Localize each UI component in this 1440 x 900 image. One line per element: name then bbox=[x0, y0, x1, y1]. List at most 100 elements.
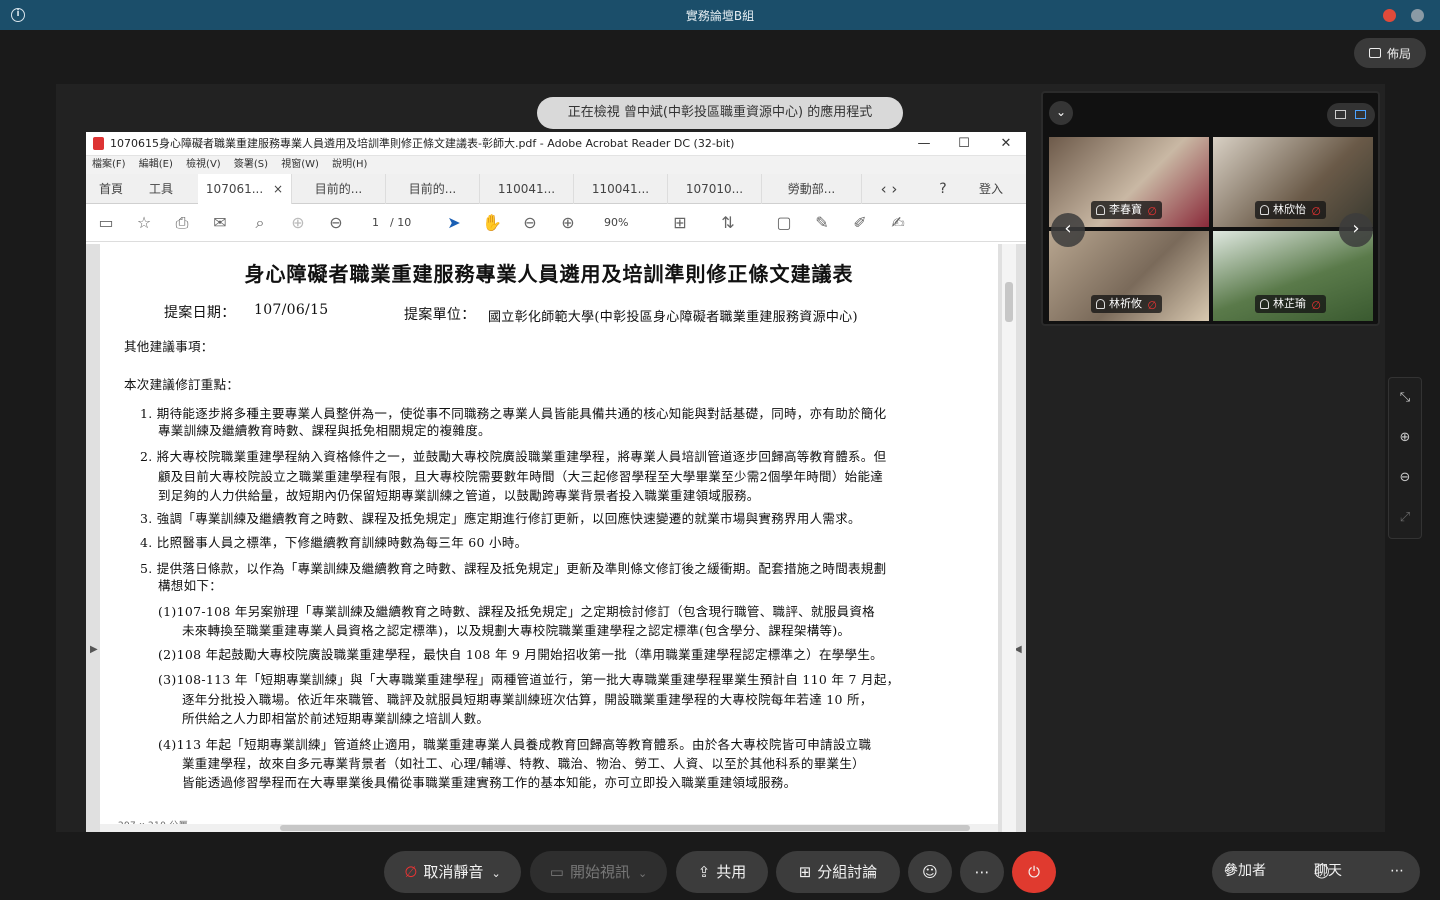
tab-home[interactable]: 首頁 bbox=[86, 174, 136, 204]
print-icon[interactable]: ⎙ bbox=[172, 213, 192, 233]
acrobat-title: 1070615身心障礙者職業重建服務專業人員遴用及培訓準則修正條文建議表-彰師大… bbox=[110, 137, 735, 150]
chevron-down-icon[interactable]: ⌄ bbox=[491, 867, 500, 880]
layout-button[interactable]: 佈局 bbox=[1354, 38, 1426, 68]
window-title: 實務論壇B組 bbox=[685, 9, 755, 23]
prev-page-icon[interactable]: ‹ bbox=[1051, 213, 1085, 247]
leave-button[interactable]: ⏻ bbox=[1012, 851, 1056, 893]
record-icon[interactable] bbox=[1383, 9, 1396, 22]
fullscreen-icon[interactable]: ⤢ bbox=[1389, 498, 1421, 538]
mic-icon bbox=[1096, 299, 1105, 309]
tab-doc-2[interactable]: 目前的... bbox=[292, 174, 386, 204]
scroll-mode-icon[interactable]: ⇅ bbox=[718, 213, 738, 233]
zoom-out-icon[interactable]: ⊖ bbox=[1389, 458, 1421, 498]
collapse-panel-button[interactable]: ⌄ bbox=[1049, 101, 1073, 125]
document-title: 身心障礙者職業重建服務專業人員遴用及培訓準則修正條文建議表 bbox=[244, 262, 854, 286]
tab-doc-3[interactable]: 目前的... bbox=[386, 174, 480, 204]
mic-icon bbox=[1260, 205, 1269, 215]
menu-window[interactable]: 視窗(W) bbox=[281, 159, 319, 170]
viewing-banner[interactable]: 正在檢視 曾中斌(中彰投區職重資源中心) 的應用程式 bbox=[537, 97, 903, 129]
sub-1b: 未來轉換至職業重建專業人員資格之認定標準)，以及規劃大專校院職業重建學程之認定標… bbox=[182, 623, 851, 638]
fit-page-icon[interactable]: ⊞ bbox=[670, 213, 690, 233]
view-toggle[interactable] bbox=[1327, 103, 1375, 127]
fit-icon[interactable]: ⤡ bbox=[1389, 378, 1421, 418]
menu-view[interactable]: 檢視(V) bbox=[186, 159, 221, 170]
tab-scroll-arrows[interactable]: ‹ › bbox=[866, 174, 912, 204]
chat-label: 聊天 bbox=[1314, 863, 1342, 879]
para-5a: 5. 提供落日條款，以作為「專業訓練及繼續教育之時數、課程及抵免規定」更新及準則… bbox=[140, 561, 887, 576]
select-cursor-icon[interactable]: ➤ bbox=[444, 213, 464, 233]
more-button[interactable]: ⋯ bbox=[960, 851, 1004, 893]
para-5b: 構想如下： bbox=[158, 578, 223, 593]
hand-icon[interactable]: ✋ bbox=[482, 213, 502, 233]
sub-3a: (3)108-113 年「短期專業訓練」與「大專職業重建學程」兩種管道並行，第一… bbox=[158, 672, 900, 687]
unmute-label: 取消靜音 bbox=[423, 863, 484, 881]
tab-doc-5[interactable]: 110041... bbox=[574, 174, 668, 204]
settings-icon[interactable] bbox=[1411, 9, 1424, 22]
title-bar: i 實務論壇B組 bbox=[0, 0, 1440, 30]
horizontal-scroll-thumb[interactable] bbox=[280, 825, 970, 831]
left-panel-arrow-icon[interactable]: ▶ bbox=[90, 644, 98, 655]
comment-icon[interactable]: ▢ bbox=[774, 213, 794, 233]
vertical-scroll-thumb[interactable] bbox=[1005, 282, 1013, 322]
save-icon[interactable]: ▭ bbox=[96, 213, 116, 233]
zoom-in-icon[interactable]: ⊕ bbox=[1389, 418, 1421, 458]
zoom-controls: ⤡ ⊕ ⊖ ⤢ bbox=[1388, 377, 1422, 539]
date-value: 107/06/15 bbox=[254, 302, 329, 318]
tab-doc-label: 107061... bbox=[205, 182, 264, 196]
date-label: 提案日期： bbox=[164, 305, 236, 321]
zoom-in-icon[interactable]: ⊕ bbox=[558, 213, 578, 233]
mic-icon bbox=[1260, 299, 1269, 309]
menu-edit[interactable]: 編輯(E) bbox=[139, 159, 173, 170]
menu-file[interactable]: 檔案(F) bbox=[92, 159, 126, 170]
search-icon[interactable]: ⌕ bbox=[250, 213, 270, 233]
menu-sign[interactable]: 簽署(S) bbox=[234, 159, 268, 170]
acrobat-toolbar: ▭ ☆ ⎙ ✉ ⌕ ⊕ ⊖ 1 / 10 ➤ ✋ ⊖ ⊕ 90% ⊞ ⇅ ▢ ✎… bbox=[86, 204, 1026, 242]
document-viewport[interactable]: ▶ ◀ 身心障礙者職業重建服務專業人員遴用及培訓準則修正條文建議表 提案日期： … bbox=[86, 244, 1026, 832]
sub-1a: (1)107-108 年另案辦理「專業訓練及繼續教育之時數、課程及抵免規定」之定… bbox=[158, 604, 875, 619]
maximize-icon[interactable]: ☐ bbox=[944, 132, 984, 156]
tab-doc-4[interactable]: 110041... bbox=[480, 174, 574, 204]
zoom-out-icon[interactable]: ⊖ bbox=[520, 213, 540, 233]
minimize-icon[interactable]: — bbox=[904, 132, 944, 156]
unmute-button[interactable]: ∅ 取消靜音 ⌄ bbox=[384, 851, 521, 893]
close-icon[interactable]: ✕ bbox=[986, 132, 1026, 156]
breakout-button[interactable]: ⊞ 分組討論 bbox=[776, 851, 900, 893]
sign-icon[interactable]: ✍ bbox=[888, 213, 908, 233]
tab-doc-6[interactable]: 107010... bbox=[668, 174, 762, 204]
menu-help[interactable]: 說明(H) bbox=[332, 159, 367, 170]
mail-icon[interactable]: ✉ bbox=[210, 213, 230, 233]
gallery-view-icon[interactable] bbox=[1355, 110, 1366, 119]
more-options-icon[interactable]: ⋯ bbox=[1390, 851, 1404, 891]
reactions-button[interactable]: ☺ bbox=[908, 851, 952, 893]
para-2c: 到足夠的人力供給量，故短期內仍保留短期專業訓練之管道，以鼓勵跨專業背景者投入職業… bbox=[158, 488, 760, 503]
pdf-icon bbox=[93, 137, 104, 150]
star-icon[interactable]: ☆ bbox=[134, 213, 154, 233]
layout-button-label: 佈局 bbox=[1386, 46, 1411, 61]
acrobat-titlebar: 1070615身心障礙者職業重建服務專業人員遴用及培訓準則修正條文建議表-彰師大… bbox=[86, 132, 1026, 156]
page-number-input[interactable]: 1 bbox=[372, 216, 379, 229]
tab-doc-active[interactable]: 107061... × bbox=[198, 174, 292, 204]
vertical-scrollbar[interactable] bbox=[1002, 244, 1016, 832]
page-down-icon[interactable]: ⊖ bbox=[326, 213, 346, 233]
unit-label: 提案單位： bbox=[404, 307, 476, 323]
highlight-icon[interactable]: ✎ bbox=[812, 213, 832, 233]
tab-close-icon[interactable]: × bbox=[273, 182, 283, 196]
page-total: / 10 bbox=[390, 216, 412, 229]
zoom-level[interactable]: 90% bbox=[604, 216, 628, 229]
start-video-label: 開始視訊 bbox=[569, 863, 630, 881]
horizontal-scrollbar[interactable] bbox=[100, 824, 998, 832]
page-up-icon[interactable]: ⊕ bbox=[288, 213, 308, 233]
share-button[interactable]: ⇪ 共用 bbox=[676, 851, 768, 893]
leave-icon: ⏻ bbox=[1028, 863, 1040, 881]
tab-tools[interactable]: 工具 bbox=[136, 174, 186, 204]
help-icon[interactable]: ? bbox=[926, 174, 960, 204]
chevron-down-icon[interactable]: ⌄ bbox=[638, 867, 647, 880]
draw-icon[interactable]: ✐ bbox=[850, 213, 870, 233]
tab-doc-7[interactable]: 勞動部... bbox=[762, 174, 862, 204]
login-button[interactable]: 登入 bbox=[966, 174, 1016, 204]
mic-icon bbox=[1096, 205, 1105, 215]
next-page-icon[interactable]: › bbox=[1339, 213, 1373, 247]
start-video-button[interactable]: ▭ 開始視訊 ⌄ bbox=[530, 851, 667, 893]
single-view-icon[interactable] bbox=[1335, 110, 1346, 119]
participant-name: 林欣怡 bbox=[1273, 203, 1306, 216]
